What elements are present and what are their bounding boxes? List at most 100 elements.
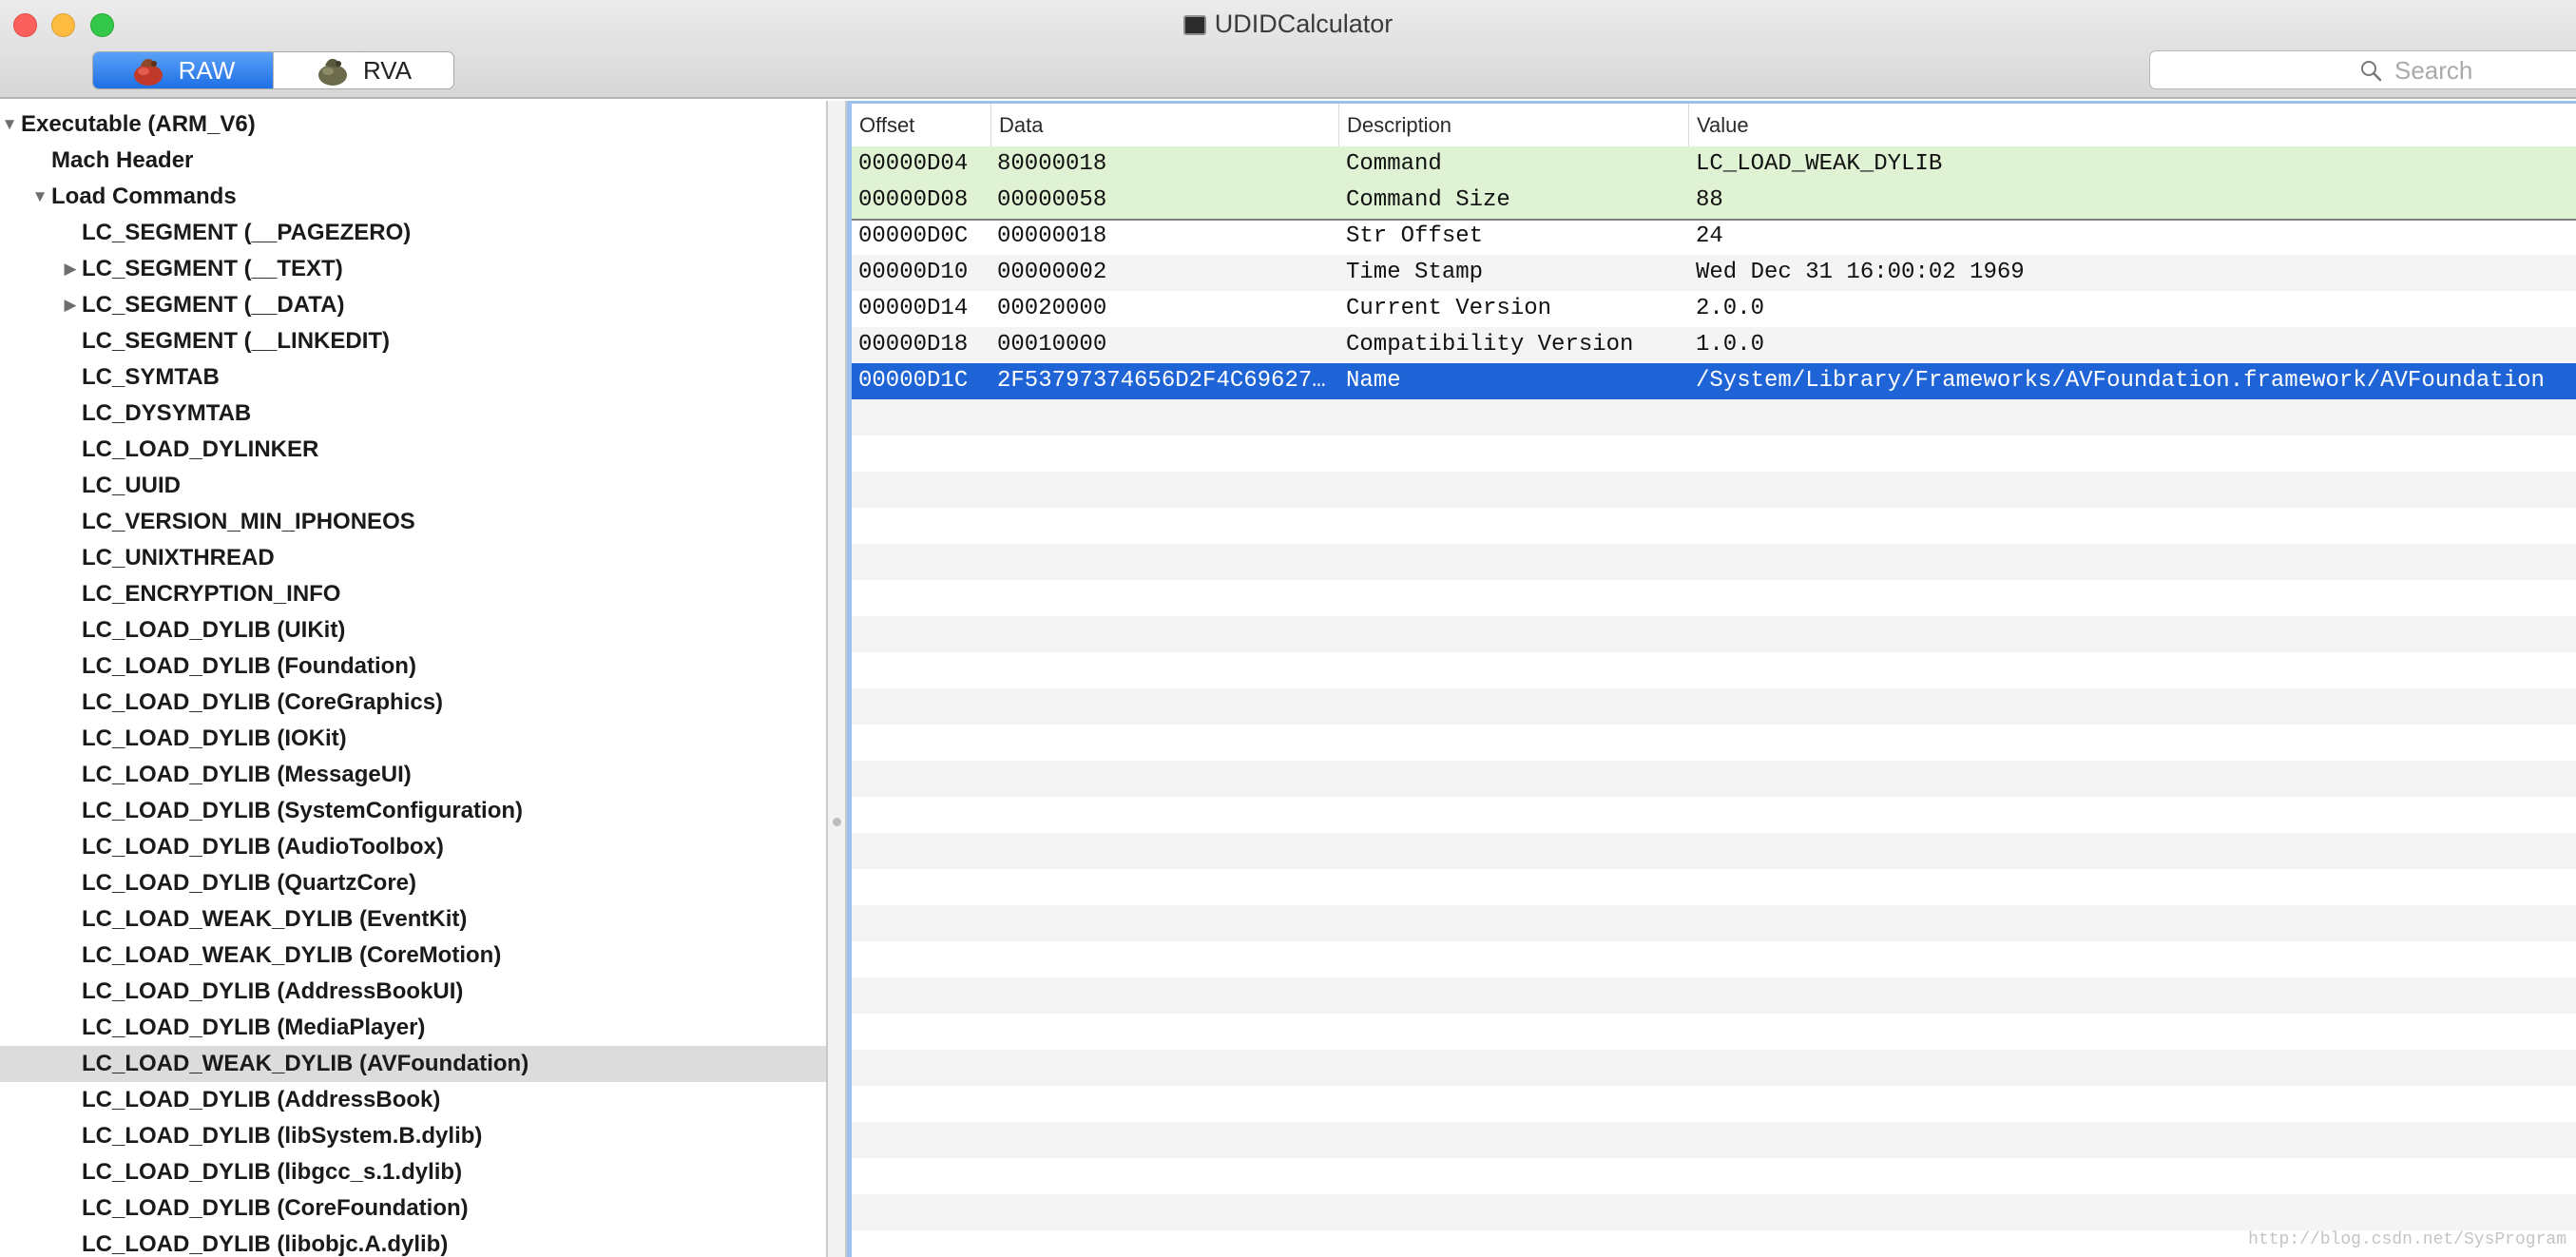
window-title-text: UDIDCalculator <box>1214 10 1394 38</box>
table-stripe <box>852 616 2576 652</box>
table-row[interactable]: 00000D18 00010000 Compatibility Version 1.0… <box>852 327 2576 363</box>
disclosure-closed-icon[interactable]: ▶ <box>61 260 80 279</box>
outline-item[interactable]: LC_LOAD_WEAK_DYLIB (CoreMotion) <box>0 938 826 974</box>
table-row[interactable]: 00000D08 00000058 Command Size 88 <box>852 183 2576 221</box>
outline-item[interactable]: LC_LOAD_DYLIB (SystemConfiguration) <box>0 793 826 829</box>
table-row[interactable]: 00000D0C 00000018 Str Offset 24 <box>852 219 2576 255</box>
outline-item[interactable]: LC_LOAD_DYLIB (CoreGraphics) <box>0 685 826 721</box>
outline-item[interactable]: ▼ Load Commands <box>0 179 826 215</box>
column-header-offset[interactable]: Offset <box>852 104 990 146</box>
outline-item[interactable]: Mach Header <box>0 143 826 179</box>
outline-item[interactable]: ▶ LC_SEGMENT (__DATA) <box>0 287 826 323</box>
outline-item-label: LC_LOAD_DYLIB (UIKit) <box>82 617 346 643</box>
outline-item-label: LC_LOAD_DYLIB (AudioToolbox) <box>82 834 444 860</box>
cell-description: Command <box>1346 151 1442 177</box>
outline-item[interactable]: LC_LOAD_DYLIB (libSystem.B.dylib) <box>0 1118 826 1154</box>
outline-item-label: LC_LOAD_DYLIB (IOKit) <box>82 725 347 751</box>
column-header-value[interactable]: Value <box>1688 104 2576 146</box>
search-field[interactable] <box>2149 50 2576 89</box>
cell-description: Current Version <box>1346 296 1552 321</box>
column-header-description[interactable]: Description <box>1338 104 1688 146</box>
disclosure-open-icon[interactable]: ▼ <box>0 115 19 134</box>
outline-item[interactable]: LC_LOAD_WEAK_DYLIB (AVFoundation) <box>0 1046 826 1082</box>
outline-item-label: LC_LOAD_DYLINKER <box>82 436 319 462</box>
split-view-divider[interactable] <box>826 101 847 1257</box>
rva-mode-button[interactable]: RVA <box>273 52 453 88</box>
table-row[interactable]: 00000D10 00000002 Time Stamp Wed Dec 31 16:… <box>852 255 2576 291</box>
table-row[interactable]: 00000D14 00020000 Current Version 2.0.0 <box>852 291 2576 327</box>
outline-item[interactable]: LC_LOAD_DYLINKER <box>0 432 826 468</box>
disclosure-open-icon[interactable]: ▼ <box>30 187 49 206</box>
details-table: Offset Data Description Value 00000D04 80… <box>847 101 2576 1257</box>
cell-value: Wed Dec 31 16:00:02 1969 <box>1696 260 2025 285</box>
outline-item-label: LC_LOAD_DYLIB (libSystem.B.dylib) <box>82 1123 483 1149</box>
outline-item-label: LC_LOAD_DYLIB (libobjc.A.dylib) <box>82 1231 449 1257</box>
outline-item-label: LC_ENCRYPTION_INFO <box>82 581 341 607</box>
outline-item[interactable]: LC_LOAD_DYLIB (libobjc.A.dylib) <box>0 1227 826 1257</box>
table-stripe <box>852 725 2576 761</box>
terminal-app-icon <box>1182 15 1206 35</box>
outline-item-label: LC_LOAD_DYLIB (CoreGraphics) <box>82 689 444 715</box>
watermark: http://blog.csdn.net/SysProgram <box>2248 1230 2566 1249</box>
outline-item[interactable]: LC_SEGMENT (__PAGEZERO) <box>0 215 826 251</box>
outline-item[interactable]: LC_SYMTAB <box>0 359 826 396</box>
cell-data: 00000058 <box>997 187 1107 213</box>
outline-item[interactable]: LC_SEGMENT (__LINKEDIT) <box>0 323 826 359</box>
outline-item[interactable]: LC_LOAD_DYLIB (MediaPlayer) <box>0 1010 826 1046</box>
outline-item[interactable]: LC_LOAD_DYLIB (UIKit) <box>0 612 826 648</box>
outline-item[interactable]: LC_LOAD_DYLIB (AddressBookUI) <box>0 974 826 1010</box>
outline-item-label: LC_SEGMENT (__PAGEZERO) <box>82 220 412 245</box>
outline-item-label: Mach Header <box>51 147 194 173</box>
outline-item[interactable]: LC_LOAD_DYLIB (CoreFoundation) <box>0 1190 826 1227</box>
outline-item-label: LC_UNIXTHREAD <box>82 545 275 570</box>
load-commands-outline: ▼ Executable (ARM_V6) Mach Header ▼ Load Com… <box>0 101 826 1257</box>
table-row[interactable]: 00000D04 80000018 Command LC_LOAD_WEAK_DYLI… <box>852 146 2576 183</box>
outline-item[interactable]: LC_LOAD_DYLIB (Foundation) <box>0 648 826 685</box>
outline-item[interactable]: LC_LOAD_DYLIB (QuartzCore) <box>0 865 826 901</box>
outline-item-label: LC_SEGMENT (__LINKEDIT) <box>82 328 391 354</box>
outline-item[interactable]: LC_LOAD_WEAK_DYLIB (EventKit) <box>0 901 826 938</box>
outline-item[interactable]: LC_UNIXTHREAD <box>0 540 826 576</box>
outline-item-label: LC_SEGMENT (__DATA) <box>82 292 345 318</box>
outline-item[interactable]: LC_UUID <box>0 468 826 504</box>
cell-description: Time Stamp <box>1346 260 1484 285</box>
cell-offset: 00000D08 <box>858 187 969 213</box>
cell-data: 00000018 <box>997 223 1107 249</box>
outline-item[interactable]: LC_ENCRYPTION_INFO <box>0 576 826 612</box>
outline-item[interactable]: LC_LOAD_DYLIB (libgcc_s.1.dylib) <box>0 1154 826 1190</box>
window-title: UDIDCalculator <box>0 10 2576 39</box>
outline-item-label: LC_LOAD_WEAK_DYLIB (AVFoundation) <box>82 1051 529 1076</box>
outline-item[interactable]: LC_DYSYMTAB <box>0 396 826 432</box>
outline-item[interactable]: LC_LOAD_DYLIB (IOKit) <box>0 721 826 757</box>
cell-data: 00000002 <box>997 260 1107 285</box>
cell-description: Compatibility Version <box>1346 332 1634 358</box>
table-row[interactable]: 00000D1C 2F53797374656D2F4C69627… Name/Sys… <box>852 363 2576 399</box>
outline-item-label: Load Commands <box>51 184 237 209</box>
outline-item-label: LC_VERSION_MIN_IPHONEOS <box>82 509 415 534</box>
raw-mode-icon <box>133 58 163 86</box>
outline-item[interactable]: LC_LOAD_DYLIB (MessageUI) <box>0 757 826 793</box>
outline-item[interactable]: ▶ LC_SEGMENT (__TEXT) <box>0 251 826 287</box>
outline-item[interactable]: LC_LOAD_DYLIB (AddressBook) <box>0 1082 826 1118</box>
rva-mode-label: RVA <box>362 55 413 85</box>
raw-mode-button[interactable]: RAW <box>93 52 273 88</box>
outline-item-label: LC_LOAD_DYLIB (AddressBook) <box>82 1087 441 1112</box>
outline-item[interactable]: LC_VERSION_MIN_IPHONEOS <box>0 504 826 540</box>
cell-offset: 00000D0C <box>858 223 969 249</box>
column-header-data[interactable]: Data <box>990 104 1338 146</box>
table-stripe <box>852 1014 2576 1050</box>
outline-item-label: LC_LOAD_DYLIB (SystemConfiguration) <box>82 798 524 823</box>
table-stripe <box>852 652 2576 688</box>
search-input[interactable] <box>2393 55 2567 86</box>
outline-item-label: LC_DYSYMTAB <box>82 400 252 426</box>
cell-value: 2.0.0 <box>1696 296 1765 321</box>
cell-offset: 00000D1C <box>858 368 969 394</box>
outline-item[interactable]: LC_LOAD_DYLIB (AudioToolbox) <box>0 829 826 865</box>
cell-description: Str Offset <box>1346 223 1484 249</box>
table-stripe <box>852 472 2576 508</box>
outline-item[interactable]: ▼ Executable (ARM_V6) <box>0 106 826 143</box>
table-header: Offset Data Description Value <box>852 104 2576 147</box>
disclosure-closed-icon[interactable]: ▶ <box>61 296 80 315</box>
cell-data: 80000018 <box>997 151 1107 177</box>
outline-item-label: LC_LOAD_DYLIB (MediaPlayer) <box>82 1015 426 1040</box>
